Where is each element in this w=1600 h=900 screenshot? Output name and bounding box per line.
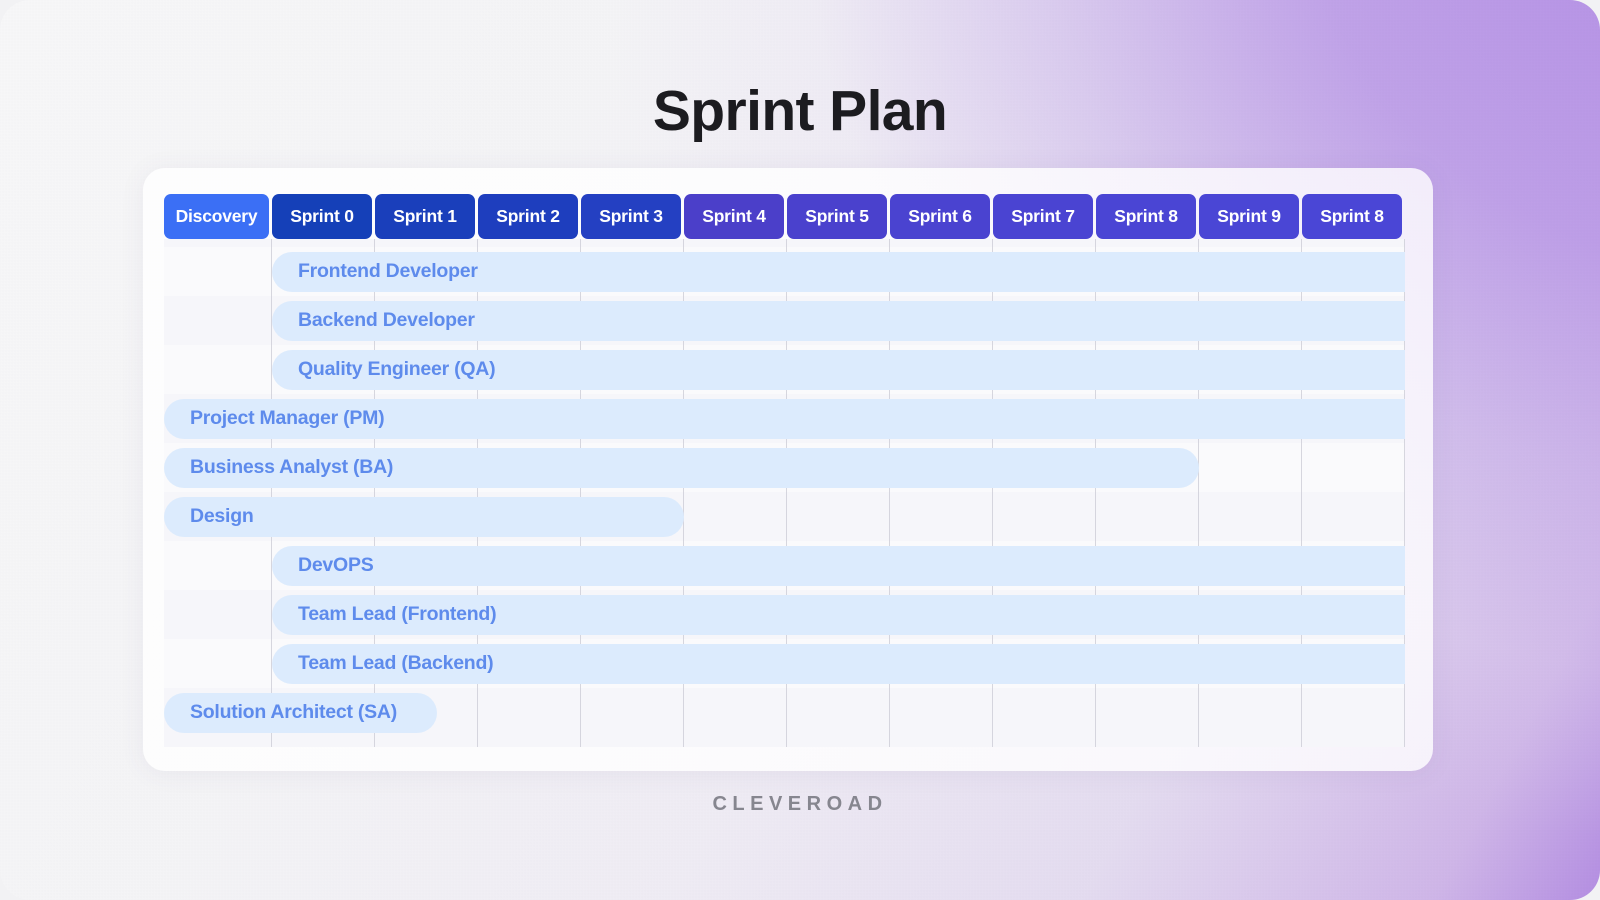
gantt-column-header[interactable]: Sprint 2 bbox=[478, 194, 578, 239]
gantt-task-label: Design bbox=[190, 505, 254, 527]
gantt-column-header[interactable]: Sprint 4 bbox=[684, 194, 784, 239]
gantt-task-bar[interactable]: Business Analyst (BA) bbox=[164, 447, 1199, 488]
gantt-column-header[interactable]: Sprint 3 bbox=[581, 194, 681, 239]
gantt-chart: Discovery Sprint 0 Sprint 1 Sprint 2 Sprint … bbox=[164, 194, 1405, 747]
gantt-body: Frontend Developer Backend Developer Quali… bbox=[164, 239, 1405, 747]
gantt-column-header[interactable]: Sprint 9 bbox=[1199, 194, 1299, 239]
gantt-task-bar[interactable]: Quality Engineer (QA) bbox=[272, 349, 1405, 390]
gantt-column-header[interactable]: Sprint 6 bbox=[890, 194, 990, 239]
gantt-task-label: Quality Engineer (QA) bbox=[298, 358, 496, 380]
gantt-task-label: Backend Developer bbox=[298, 309, 475, 331]
gantt-column-header[interactable]: Discovery bbox=[164, 194, 269, 239]
gantt-task-bar[interactable]: Design bbox=[164, 496, 684, 537]
gantt-task-label: Team Lead (Backend) bbox=[298, 652, 494, 674]
gantt-task-label: Team Lead (Frontend) bbox=[298, 603, 497, 625]
gantt-column-header-row: Discovery Sprint 0 Sprint 1 Sprint 2 Sprint … bbox=[164, 194, 1405, 239]
gantt-task-bar[interactable]: Team Lead (Backend) bbox=[272, 643, 1405, 684]
gantt-task-bar[interactable]: Solution Architect (SA) bbox=[164, 692, 437, 733]
gantt-task-label: Frontend Developer bbox=[298, 260, 478, 282]
gantt-column-header[interactable]: Sprint 0 bbox=[272, 194, 372, 239]
gantt-column-header[interactable]: Sprint 1 bbox=[375, 194, 475, 239]
gantt-task-bar[interactable]: DevOPS bbox=[272, 545, 1405, 586]
gantt-task-label: Business Analyst (BA) bbox=[190, 456, 394, 478]
brand-wordmark: CLEVEROAD bbox=[712, 793, 888, 815]
page-title: Sprint Plan bbox=[652, 79, 948, 143]
gantt-task-bar[interactable]: Project Manager (PM) bbox=[164, 398, 1405, 439]
gantt-task-bar[interactable]: Backend Developer bbox=[272, 300, 1405, 341]
gantt-task-bar[interactable]: Frontend Developer bbox=[272, 251, 1405, 292]
gantt-task-bar[interactable]: Team Lead (Frontend) bbox=[272, 594, 1405, 635]
gantt-task-label: Solution Architect (SA) bbox=[190, 701, 397, 723]
gantt-task-label: DevOPS bbox=[298, 554, 374, 576]
gantt-column-header[interactable]: Sprint 8 bbox=[1096, 194, 1196, 239]
gantt-task-label: Project Manager (PM) bbox=[190, 407, 385, 429]
gantt-column-header[interactable]: Sprint 8 bbox=[1302, 194, 1402, 239]
gantt-column-header[interactable]: Sprint 5 bbox=[787, 194, 887, 239]
gantt-column-header[interactable]: Sprint 7 bbox=[993, 194, 1093, 239]
